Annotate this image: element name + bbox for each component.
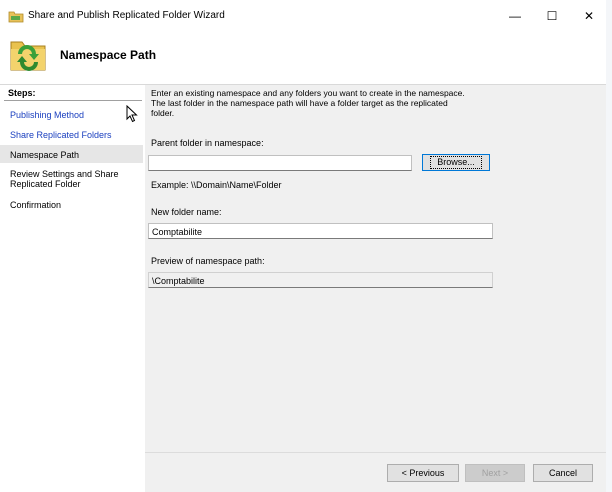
preview-label: Preview of namespace path:: [151, 256, 265, 266]
page-title: Namespace Path: [60, 48, 157, 62]
description: Enter an existing namespace and any fold…: [151, 88, 511, 118]
window-edge: [606, 0, 612, 492]
preview-path-field: \Comptabilite: [148, 272, 493, 288]
new-folder-input[interactable]: Comptabilite: [148, 223, 493, 239]
parent-folder-example: Example: \\Domain\Name\Folder: [151, 180, 282, 190]
parent-folder-label: Parent folder in namespace:: [151, 138, 264, 148]
step-publishing-method[interactable]: Publishing Method: [10, 110, 84, 120]
window-title: Share and Publish Replicated Folder Wiza…: [28, 10, 225, 21]
description-line: folder.: [151, 108, 175, 118]
cancel-button[interactable]: Cancel: [533, 464, 593, 482]
step-namespace-path: Namespace Path: [10, 150, 80, 160]
mouse-cursor-icon: [126, 104, 138, 123]
step-review-settings-line2: Replicated Folder: [10, 179, 81, 189]
wizard-folder-icon: [8, 34, 48, 74]
step-share-replicated-folders[interactable]: Share Replicated Folders: [10, 130, 112, 140]
close-icon: ✕: [583, 9, 595, 23]
steps-title: Steps:: [8, 88, 36, 98]
step-review-settings: Review Settings and Share: [10, 169, 119, 179]
new-folder-label: New folder name:: [151, 207, 222, 217]
step-confirmation: Confirmation: [10, 200, 62, 210]
description-line: Enter an existing namespace and any fold…: [151, 88, 465, 98]
steps-divider: [4, 100, 142, 101]
browse-button-label: Browse...: [430, 156, 482, 169]
minimize-icon: —: [509, 9, 521, 23]
maximize-icon: ☐: [546, 9, 558, 23]
parent-folder-input[interactable]: [148, 155, 412, 171]
footer-divider: [145, 452, 612, 453]
next-button[interactable]: Next >: [465, 464, 525, 482]
browse-button[interactable]: Browse...: [422, 154, 490, 171]
wizard-app-icon: [8, 9, 24, 23]
previous-button[interactable]: < Previous: [387, 464, 459, 482]
description-line: The last folder in the namespace path wi…: [151, 98, 448, 108]
